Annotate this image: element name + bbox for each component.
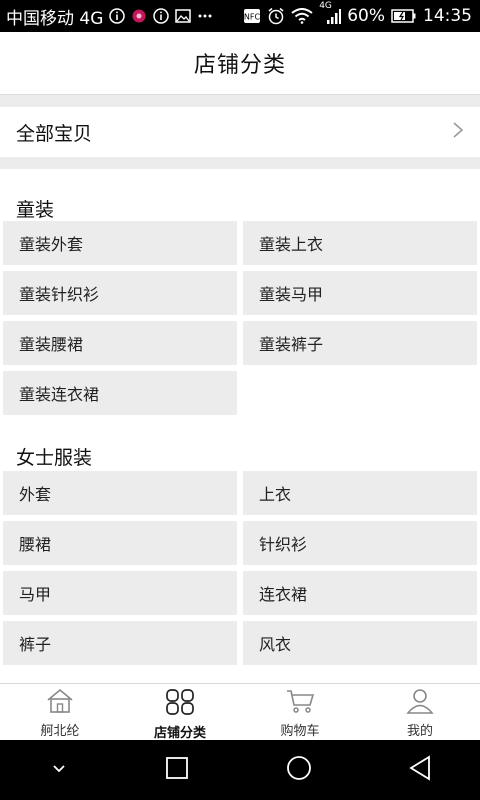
category-item[interactable]: 童装马甲 [243, 271, 477, 315]
alarm-icon [267, 7, 285, 25]
tab-profile[interactable]: 我的 [360, 684, 480, 740]
svg-text:NFC: NFC [244, 13, 261, 22]
back-button[interactable] [408, 755, 432, 785]
category-item[interactable]: 上衣 [243, 471, 477, 515]
flower-app-icon [131, 8, 147, 24]
tab-home[interactable]: 舸北纶 [0, 684, 120, 740]
home-button[interactable] [285, 754, 313, 786]
tab-label-category: 店铺分类 [153, 726, 206, 741]
category-item[interactable]: 童装腰裙 [3, 321, 237, 365]
section-title-women: 女士服装 [16, 447, 93, 469]
category-grid-women: 外套 上衣 腰裙 针织衫 马甲 连衣裙 裤子 风衣 [0, 471, 480, 665]
bottom-tab-bar: 舸北纶 店铺分类 购物车 我的 [0, 683, 480, 741]
category-content[interactable]: 全部宝贝 童装 童装外套 童装上衣 童装针织衫 童装马甲 童装腰裙 童装裤子 童… [0, 95, 480, 683]
category-item[interactable]: 裤子 [3, 621, 237, 665]
nfc-icon: NFC [243, 8, 261, 24]
image-icon [175, 8, 192, 24]
system-nav-bar [0, 740, 480, 800]
category-item[interactable]: 童装针织衫 [3, 271, 237, 315]
clock-time: 14:35 [423, 6, 472, 26]
signal-icon: 4G [319, 1, 342, 25]
info-icon-2 [153, 8, 170, 24]
tab-category[interactable]: 店铺分类 [120, 684, 240, 741]
category-item[interactable]: 童装裤子 [243, 321, 477, 365]
wifi-icon [291, 8, 313, 24]
tab-label-home: 舸北纶 [40, 724, 80, 739]
home-icon [46, 688, 74, 718]
recents-button[interactable] [165, 756, 189, 784]
cart-icon [285, 688, 315, 718]
tab-label-profile: 我的 [406, 724, 433, 739]
info-icon [109, 8, 126, 24]
carrier-label: 中国移动 4G [6, 8, 104, 29]
category-item[interactable]: 风衣 [243, 621, 477, 665]
page-title: 店铺分类 [193, 53, 286, 78]
tab-cart[interactable]: 购物车 [240, 684, 360, 740]
category-item[interactable]: 童装上衣 [243, 221, 477, 265]
category-item[interactable]: 童装外套 [3, 221, 237, 265]
more-dots-icon [197, 8, 213, 24]
category-item[interactable]: 童装连衣裙 [3, 371, 237, 415]
all-items-label: 全部宝贝 [16, 122, 93, 145]
divider [0, 95, 480, 107]
category-item[interactable]: 外套 [3, 471, 237, 515]
category-item[interactable]: 腰裙 [3, 521, 237, 565]
battery-icon [391, 8, 417, 24]
chevron-right-icon [452, 121, 464, 143]
category-icon [165, 688, 195, 720]
category-item[interactable]: 连衣裙 [243, 571, 477, 615]
section-title-kids: 童装 [16, 199, 55, 221]
category-grid-kids: 童装外套 童装上衣 童装针织衫 童装马甲 童装腰裙 童装裤子 童装连衣裙 [0, 221, 480, 415]
all-items-row[interactable]: 全部宝贝 [0, 107, 480, 157]
status-bar: 中国移动 4G NFC 4G 60% 14:35 [0, 0, 480, 32]
page-header: 店铺分类 [0, 32, 480, 95]
battery-percent: 60% [347, 6, 385, 26]
user-icon [406, 688, 434, 718]
tab-label-cart: 购物车 [280, 724, 320, 739]
category-item[interactable]: 针织衫 [243, 521, 477, 565]
chevron-down-icon[interactable] [48, 761, 70, 780]
divider [0, 157, 480, 169]
category-item[interactable]: 马甲 [3, 571, 237, 615]
